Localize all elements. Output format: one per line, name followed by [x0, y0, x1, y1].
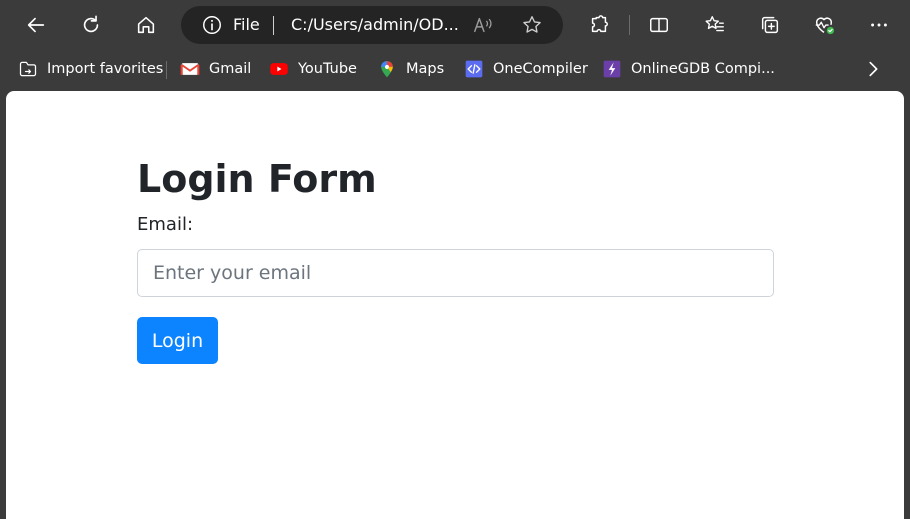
back-button[interactable]	[19, 8, 53, 42]
gmail-icon	[180, 59, 200, 79]
login-button[interactable]: Login	[137, 317, 218, 364]
bookmark-divider	[166, 61, 167, 79]
split-screen-button[interactable]	[642, 8, 676, 42]
maps-pin-icon	[377, 59, 397, 79]
collections-button[interactable]	[753, 8, 787, 42]
extensions-button[interactable]	[582, 8, 616, 42]
onlinegdb-icon	[602, 59, 622, 79]
bookmark-label: OnlineGDB Compi...	[631, 61, 775, 77]
more-dots-icon	[871, 23, 887, 27]
address-bar[interactable]: File C:/Users/admin/OD...	[181, 6, 563, 44]
puzzle-icon	[591, 15, 608, 33]
home-icon	[137, 16, 155, 34]
bookmark-label: Import favorites	[47, 61, 164, 77]
bookmark-onecompiler[interactable]: OneCompiler	[464, 58, 588, 80]
import-folder-icon	[18, 59, 38, 79]
arrow-left-icon	[27, 17, 45, 33]
bookmarks-bar: Import favorites Gmail YouTube Maps OneC…	[0, 50, 910, 88]
refresh-icon	[83, 15, 99, 33]
toolbar-divider	[629, 15, 630, 35]
settings-more-button[interactable]	[862, 8, 896, 42]
email-field[interactable]	[137, 249, 774, 297]
url-text[interactable]: C:/Users/admin/OD...	[291, 15, 459, 35]
bookmark-label: YouTube	[298, 61, 357, 77]
info-icon[interactable]	[201, 14, 223, 36]
bookmark-label: OneCompiler	[493, 61, 588, 77]
read-aloud-icon[interactable]	[472, 14, 494, 36]
bookmark-youtube[interactable]: YouTube	[269, 58, 357, 80]
youtube-icon	[269, 59, 289, 79]
email-label: Email:	[137, 214, 194, 235]
bookmark-label: Maps	[406, 61, 445, 77]
split-screen-icon	[650, 17, 668, 33]
collections-icon	[761, 16, 779, 34]
address-divider	[273, 16, 274, 35]
refresh-button[interactable]	[74, 8, 108, 42]
chevron-right-icon[interactable]	[862, 58, 884, 80]
bookmark-gmail[interactable]: Gmail	[180, 58, 251, 80]
bookmark-import-favorites[interactable]: Import favorites	[18, 58, 163, 80]
scheme-label: File	[233, 15, 260, 34]
bookmark-label: Gmail	[209, 61, 252, 77]
heart-pulse-icon	[815, 17, 835, 35]
bookmark-maps[interactable]: Maps	[377, 58, 444, 80]
home-button[interactable]	[129, 8, 163, 42]
onecompiler-icon	[464, 59, 484, 79]
page-viewport: Login Form Email: Login	[6, 91, 904, 519]
page-title: Login Form	[137, 157, 377, 201]
browser-essentials-button[interactable]	[807, 8, 841, 42]
star-icon[interactable]	[521, 14, 543, 36]
browser-toolbar: File C:/Users/admin/OD...	[0, 0, 910, 50]
bookmark-onlinegdb[interactable]: OnlineGDB Compi...	[602, 58, 775, 80]
favorites-list-icon	[705, 16, 724, 32]
favorites-button[interactable]	[698, 8, 732, 42]
